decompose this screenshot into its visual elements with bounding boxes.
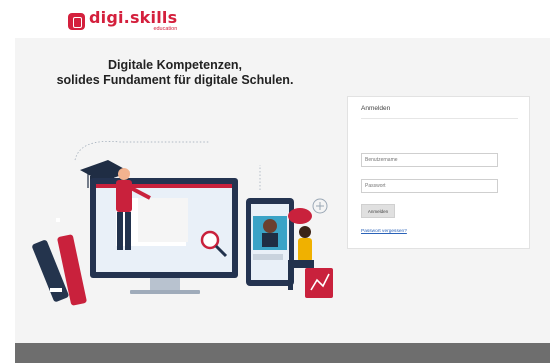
headline-line-1: Digitale Kompetenzen, (107, 58, 243, 72)
chart-icon (305, 268, 333, 298)
brand-sub: education (153, 26, 178, 32)
brand-name: digi.skills (89, 8, 178, 27)
logo-text: digi.skills education (89, 10, 177, 33)
tablet (246, 198, 294, 286)
divider (361, 118, 518, 119)
hero-illustration (32, 141, 333, 306)
books-stack (32, 218, 87, 306)
username-input[interactable] (361, 153, 498, 167)
login-button[interactable]: Anmelden (361, 204, 395, 218)
dotted-line-top (74, 141, 210, 161)
forgot-password-link[interactable]: Passwort vergessen? (361, 229, 407, 234)
page-headline: Digitale Kompetenzen, solides Fundament … (40, 58, 310, 88)
headline-line-2: solides Fundament für digitale Schulen. (56, 73, 294, 87)
login-card: Anmelden Anmelden Passwort vergessen? (347, 96, 530, 249)
plus-icon (312, 198, 328, 214)
footer (15, 343, 550, 363)
password-input[interactable] (361, 179, 498, 193)
login-title: Anmelden (361, 105, 391, 112)
logo-mark-icon (68, 13, 85, 30)
speech-bubble (288, 208, 312, 224)
header: digi.skills education (0, 0, 550, 38)
brand-logo[interactable]: digi.skills education (68, 10, 177, 33)
